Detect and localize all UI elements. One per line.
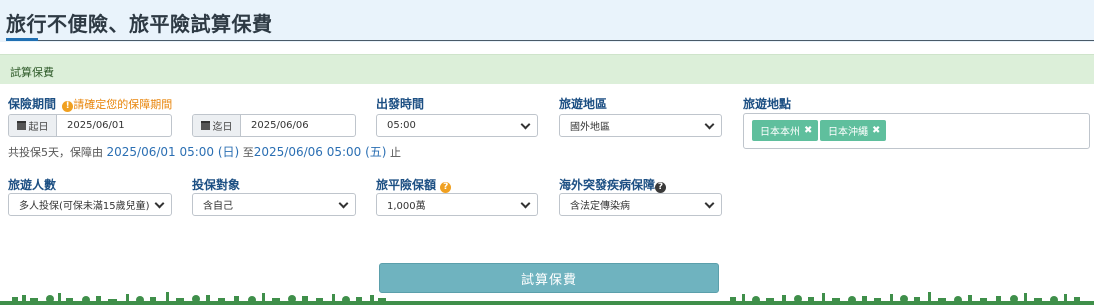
chevron-down-icon	[520, 198, 531, 209]
start-date-addon: 起日	[9, 115, 57, 136]
calendar-icon	[16, 121, 26, 130]
period-summary-mid: 至	[239, 146, 254, 159]
question-icon[interactable]: ?	[440, 182, 452, 193]
period-summary-start: 2025/06/01 05:00 (日)	[106, 145, 240, 159]
insured-value: 含自己	[203, 201, 233, 212]
departure-time-value: 05:00	[387, 120, 416, 131]
coverage-select[interactable]: 1,000萬	[376, 193, 538, 216]
page-header: 旅行不便險、旅平險試算保費	[0, 0, 1094, 42]
coverage-label-group: 旅平險保額 ?	[376, 176, 452, 193]
travelers-label: 旅遊人數	[8, 178, 57, 192]
illness-select[interactable]: 含法定傳染病	[559, 193, 722, 216]
period-summary-prefix: 共投保5天，保障由	[8, 146, 107, 159]
close-icon[interactable]: ✖	[872, 125, 880, 136]
end-date-field[interactable]: 迄日 2025/06/06	[192, 114, 356, 137]
help-icon[interactable]: ?	[655, 182, 667, 193]
illness-label: 海外突發疾病保障	[559, 178, 656, 192]
coverage-label: 旅平險保額	[376, 178, 437, 192]
period-label: 保險期間	[8, 97, 57, 111]
region-label: 旅遊地區	[559, 97, 608, 111]
period-warning: ! 請確定您的保障期間	[62, 98, 173, 112]
destination-tag-label: 日本沖繩	[828, 127, 868, 138]
calendar-icon	[200, 121, 210, 130]
warning-icon: !	[62, 101, 74, 112]
departure-label: 出發時間	[376, 97, 425, 111]
destination-multiselect[interactable]: 日本本州 ✖ 日本沖繩 ✖	[743, 113, 1090, 149]
coverage-value: 1,000萬	[387, 201, 426, 212]
start-date-field[interactable]: 起日 2025/06/01	[8, 114, 172, 137]
travelers-select[interactable]: 多人投保(可保未滿15歲兒童)	[8, 193, 172, 216]
chevron-down-icon	[154, 198, 165, 209]
section-title: 試算保費	[10, 66, 54, 79]
title-accent-bar	[6, 38, 38, 41]
close-icon[interactable]: ✖	[804, 125, 812, 136]
period-summary-end: 2025/06/06 05:00 (五)	[253, 145, 387, 159]
start-date-addon-label: 起日	[28, 122, 49, 133]
insured-select[interactable]: 含自己	[192, 193, 356, 216]
insured-label: 投保對象	[192, 178, 241, 192]
end-date-addon: 迄日	[193, 115, 241, 136]
travelers-value: 多人投保(可保未滿15歲兒童)	[19, 201, 150, 212]
page-title: 旅行不便險、旅平險試算保費	[6, 12, 273, 36]
chevron-down-icon	[338, 198, 349, 209]
title-divider	[6, 40, 1094, 41]
end-date-input[interactable]: 2025/06/06	[241, 115, 355, 136]
chevron-down-icon	[704, 198, 715, 209]
section-header: 試算保費	[0, 54, 1094, 84]
departure-time-select[interactable]: 05:00	[376, 114, 538, 137]
period-summary-suffix: 止	[386, 146, 401, 159]
region-select[interactable]: 國外地區	[559, 114, 722, 137]
period-warning-text: 請確定您的保障期間	[73, 98, 173, 111]
destination-label: 旅遊地點	[743, 97, 792, 111]
illness-value: 含法定傳染病	[570, 201, 630, 212]
destination-tag[interactable]: 日本沖繩 ✖	[820, 120, 887, 141]
region-value: 國外地區	[570, 122, 610, 133]
end-date-addon-label: 迄日	[212, 122, 233, 133]
destination-tag-label: 日本本州	[760, 127, 800, 138]
destination-tag[interactable]: 日本本州 ✖	[752, 120, 819, 141]
start-date-input[interactable]: 2025/06/01	[57, 115, 171, 136]
skyline-decoration	[0, 292, 1094, 305]
chevron-down-icon	[704, 119, 715, 130]
period-label-group: 保險期間 ! 請確定您的保障期間	[8, 95, 172, 112]
chevron-down-icon	[520, 119, 531, 130]
period-summary: 共投保5天，保障由 2025/06/01 05:00 (日) 至2025/06/…	[8, 143, 401, 160]
illness-label-group: 海外突發疾病保障?	[559, 176, 667, 193]
